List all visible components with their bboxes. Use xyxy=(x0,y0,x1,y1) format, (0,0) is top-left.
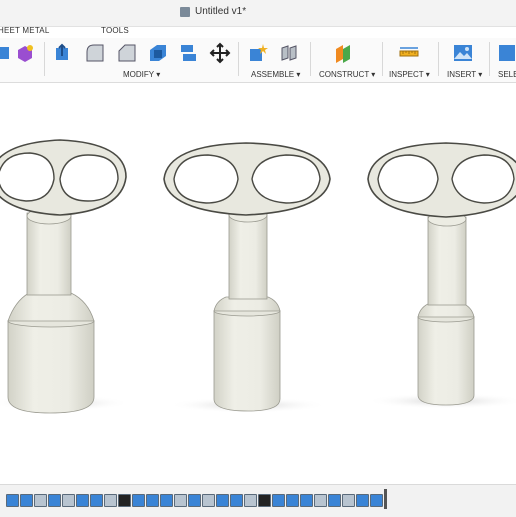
document-icon xyxy=(180,6,190,17)
feature-timeline xyxy=(0,484,516,517)
timeline-feature-icon[interactable] xyxy=(230,494,243,507)
fillet-icon[interactable] xyxy=(84,42,106,64)
key-body-1[interactable] xyxy=(0,139,130,414)
toolbar-separator xyxy=(44,42,45,76)
timeline-feature-icon[interactable] xyxy=(48,494,61,507)
timeline-feature-icon[interactable] xyxy=(328,494,341,507)
new-component-icon[interactable] xyxy=(247,42,269,64)
key-body-3[interactable] xyxy=(366,142,516,409)
title-bar: Untitled v1* xyxy=(0,0,516,27)
toolbar-separator xyxy=(382,42,383,76)
timeline-feature-icon[interactable] xyxy=(244,494,257,507)
timeline-marker[interactable] xyxy=(384,489,387,509)
combine-icon[interactable] xyxy=(178,42,200,64)
toolbar: MODIFY ▾ ASSEMBLE ▾ CONSTRUCT ▾ INSPECT … xyxy=(0,38,516,83)
create-form-icon[interactable] xyxy=(14,42,36,64)
timeline-feature-icon[interactable] xyxy=(6,494,19,507)
timeline-feature-icon[interactable] xyxy=(104,494,117,507)
measure-icon[interactable] xyxy=(398,42,420,64)
select-icon[interactable] xyxy=(496,42,516,64)
chamfer-icon[interactable] xyxy=(116,42,138,64)
timeline-feature-icon[interactable] xyxy=(202,494,215,507)
modify-menu[interactable]: MODIFY ▾ xyxy=(123,70,160,79)
offset-plane-icon[interactable] xyxy=(333,42,355,64)
model-view xyxy=(0,139,516,414)
key-body-2[interactable] xyxy=(163,142,331,413)
timeline-feature-icon[interactable] xyxy=(160,494,173,507)
timeline-feature-icon[interactable] xyxy=(342,494,355,507)
timeline-feature-icon[interactable] xyxy=(188,494,201,507)
tab-tools[interactable]: TOOLS xyxy=(101,26,129,35)
timeline-feature-icon[interactable] xyxy=(20,494,33,507)
select-menu[interactable]: SELE xyxy=(498,70,516,79)
insert-image-icon[interactable] xyxy=(452,42,474,64)
toolbar-separator xyxy=(438,42,439,76)
press-pull-icon[interactable] xyxy=(53,42,75,64)
tab-sheet-metal[interactable]: HEET METAL xyxy=(0,26,50,35)
document-title-text: Untitled v1* xyxy=(195,6,247,17)
timeline-feature-icon[interactable] xyxy=(314,494,327,507)
create-sketch-icon[interactable] xyxy=(0,42,14,64)
timeline-feature-icon[interactable] xyxy=(174,494,187,507)
timeline-feature-icon[interactable] xyxy=(216,494,229,507)
timeline-feature-icon[interactable] xyxy=(370,494,383,507)
timeline-feature-icon[interactable] xyxy=(258,494,271,507)
timeline-feature-icon[interactable] xyxy=(300,494,313,507)
timeline-feature-icon[interactable] xyxy=(76,494,89,507)
assemble-menu[interactable]: ASSEMBLE ▾ xyxy=(251,70,300,79)
insert-menu[interactable]: INSERT ▾ xyxy=(447,70,482,79)
shell-icon[interactable] xyxy=(147,42,169,64)
construct-menu[interactable]: CONSTRUCT ▾ xyxy=(319,70,375,79)
joint-icon[interactable] xyxy=(278,42,300,64)
timeline-feature-icon[interactable] xyxy=(118,494,131,507)
document-title[interactable]: Untitled v1* xyxy=(180,6,246,17)
timeline-feature-icon[interactable] xyxy=(34,494,47,507)
timeline-feature-icon[interactable] xyxy=(90,494,103,507)
move-icon[interactable] xyxy=(209,42,231,64)
canvas-viewport[interactable] xyxy=(0,83,516,483)
workspace-tabs: HEET METAL TOOLS xyxy=(0,26,516,38)
toolbar-separator xyxy=(238,42,239,76)
timeline-feature-icon[interactable] xyxy=(62,494,75,507)
timeline-feature-icon[interactable] xyxy=(146,494,159,507)
timeline-feature-icon[interactable] xyxy=(356,494,369,507)
toolbar-separator xyxy=(489,42,490,76)
timeline-feature-icon[interactable] xyxy=(132,494,145,507)
timeline-feature-icon[interactable] xyxy=(286,494,299,507)
timeline-feature-icon[interactable] xyxy=(272,494,285,507)
toolbar-separator xyxy=(310,42,311,76)
inspect-menu[interactable]: INSPECT ▾ xyxy=(389,70,430,79)
